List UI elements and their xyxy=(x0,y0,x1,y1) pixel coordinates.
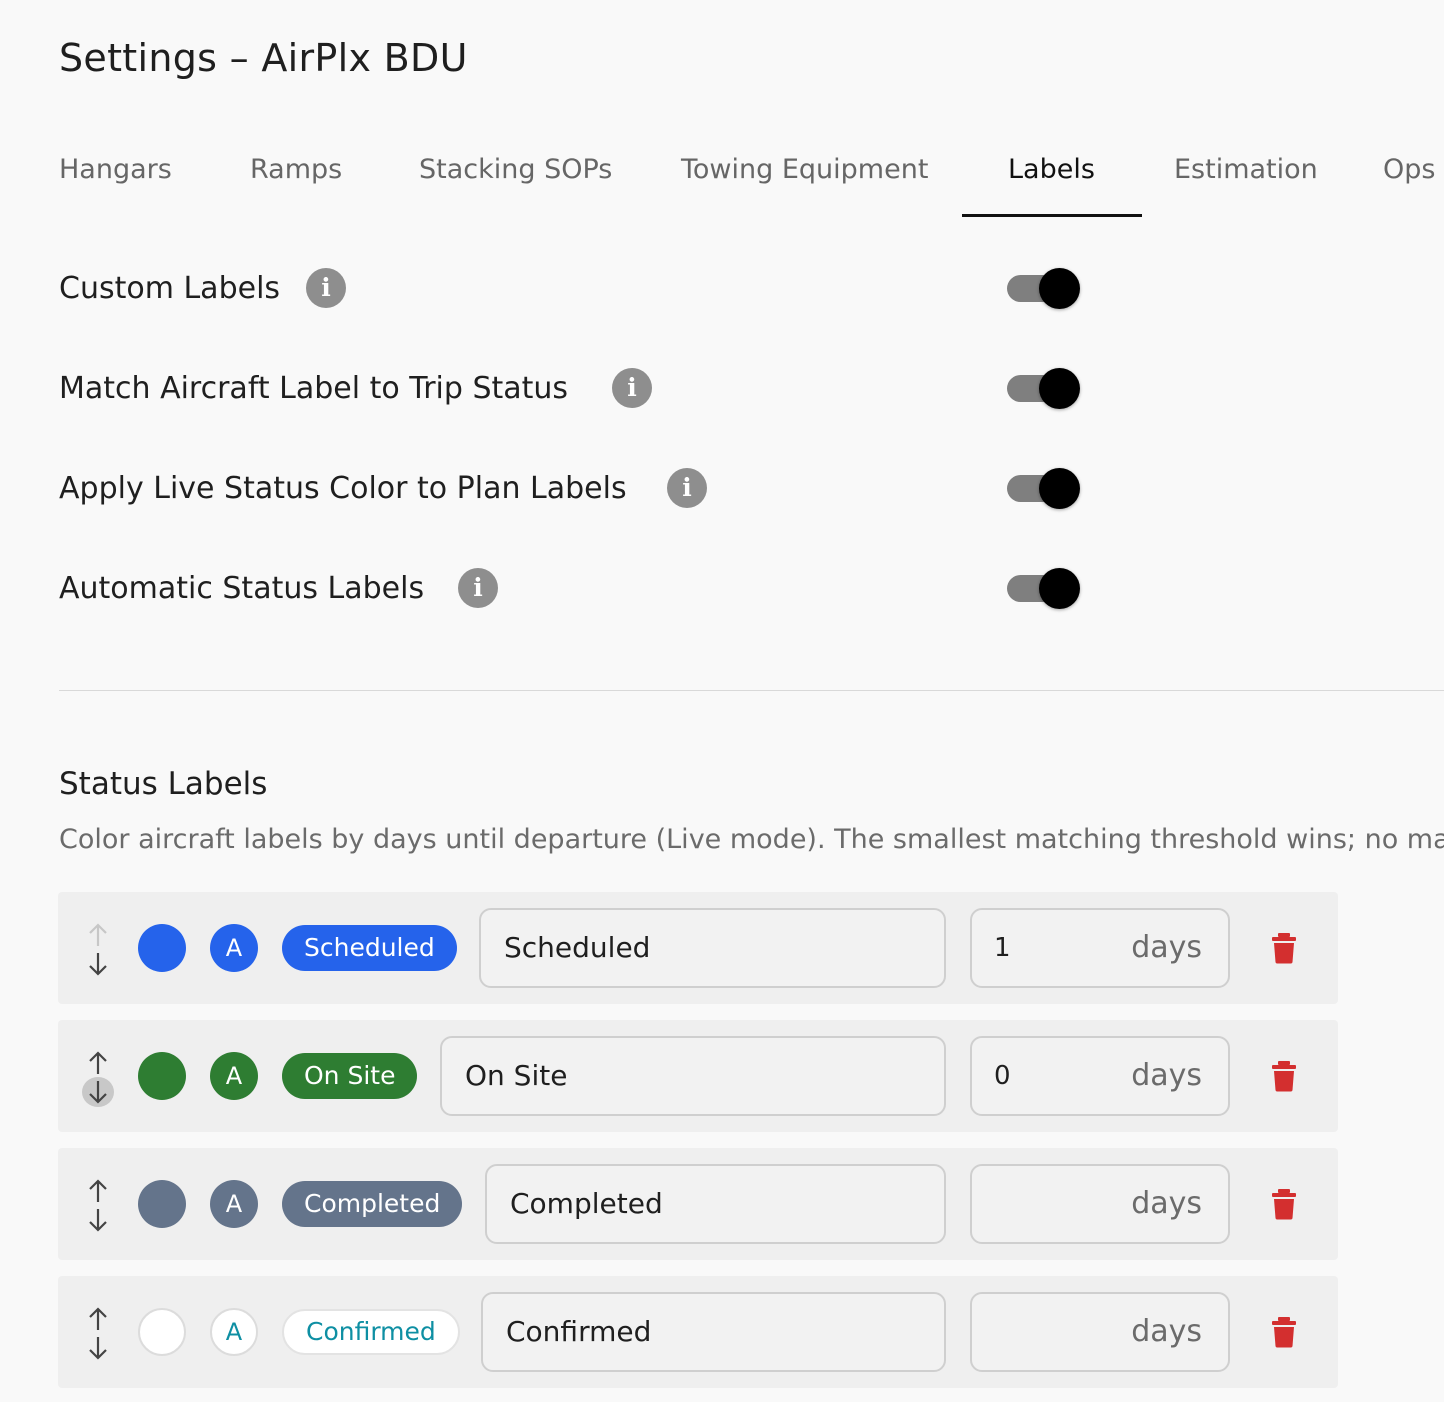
days-threshold-input[interactable]: days xyxy=(970,1164,1230,1244)
label-name-input[interactable]: Completed xyxy=(485,1164,946,1244)
tab-hangars[interactable]: Hangars xyxy=(59,154,172,185)
days-suffix: days xyxy=(1131,1058,1202,1093)
reorder-arrows xyxy=(82,920,114,980)
status-row-completed: A Completed Completed days xyxy=(58,1148,1338,1260)
days-suffix: days xyxy=(1131,1186,1202,1221)
label-preview-pill: Confirmed xyxy=(282,1309,460,1355)
trash-icon[interactable] xyxy=(1270,1316,1298,1348)
color-swatch[interactable] xyxy=(138,1052,186,1100)
move-up-icon[interactable] xyxy=(82,1048,114,1078)
setting-label: Apply Live Status Color to Plan Labels xyxy=(59,471,627,506)
setting-automatic-status-labels: Automatic Status Labels i xyxy=(59,563,1099,613)
page-title: Settings – AirPlx BDU xyxy=(59,36,468,80)
trash-icon[interactable] xyxy=(1270,1060,1298,1092)
setting-apply-live-status-color: Apply Live Status Color to Plan Labels i xyxy=(59,463,1099,513)
trash-icon[interactable] xyxy=(1270,932,1298,964)
days-threshold-input[interactable]: 1 days xyxy=(970,908,1230,988)
info-icon[interactable]: i xyxy=(667,468,707,508)
days-value: 1 xyxy=(994,933,1011,963)
days-threshold-input[interactable]: days xyxy=(970,1292,1230,1372)
tab-stacking-sops[interactable]: Stacking SOPs xyxy=(419,154,612,185)
tab-towing-equipment[interactable]: Towing Equipment xyxy=(681,154,928,185)
move-down-icon[interactable] xyxy=(82,949,114,979)
color-swatch[interactable] xyxy=(138,1180,186,1228)
info-icon[interactable]: i xyxy=(458,568,498,608)
section-divider xyxy=(59,690,1444,691)
status-row-on-site: A On Site On Site 0 days xyxy=(58,1020,1338,1132)
label-name-input[interactable]: Confirmed xyxy=(481,1292,946,1372)
label-name-input[interactable]: On Site xyxy=(440,1036,946,1116)
move-down-icon[interactable] xyxy=(82,1077,114,1107)
match-aircraft-label-toggle[interactable] xyxy=(1005,368,1081,409)
label-preview-chip: A xyxy=(210,1180,258,1228)
status-row-confirmed: A Confirmed Confirmed days xyxy=(58,1276,1338,1388)
label-preview-pill: On Site xyxy=(282,1053,418,1099)
label-preview-chip: A xyxy=(210,924,258,972)
apply-live-status-color-toggle[interactable] xyxy=(1005,468,1081,509)
setting-label: Automatic Status Labels xyxy=(59,571,425,606)
status-labels-description-clip: Color aircraft labels by days until depa… xyxy=(0,810,1444,870)
label-name-input[interactable]: Scheduled xyxy=(479,908,946,988)
move-up-icon[interactable] xyxy=(82,920,114,950)
tab-estimation[interactable]: Estimation xyxy=(1174,154,1318,185)
label-preview-pill: Completed xyxy=(282,1181,463,1227)
setting-custom-labels: Custom Labels i xyxy=(59,263,1099,313)
move-down-icon[interactable] xyxy=(82,1333,114,1363)
status-labels-title: Status Labels xyxy=(59,766,268,802)
label-preview-chip: A xyxy=(210,1052,258,1100)
setting-match-aircraft-label: Match Aircraft Label to Trip Status i xyxy=(59,363,1099,413)
reorder-arrows xyxy=(82,1048,114,1108)
label-preview-chip: A xyxy=(210,1308,258,1356)
status-row-scheduled: A Scheduled Scheduled 1 days xyxy=(58,892,1338,1004)
label-preview-pill: Scheduled xyxy=(282,925,457,971)
reorder-arrows xyxy=(82,1304,114,1364)
days-threshold-input[interactable]: 0 days xyxy=(970,1036,1230,1116)
reorder-arrows xyxy=(82,1176,114,1236)
color-swatch[interactable] xyxy=(138,1308,186,1356)
setting-label: Match Aircraft Label to Trip Status xyxy=(59,371,569,406)
tab-ramps[interactable]: Ramps xyxy=(250,154,342,185)
days-suffix: days xyxy=(1131,930,1202,965)
days-suffix: days xyxy=(1131,1314,1202,1349)
tab-ops[interactable]: Ops xyxy=(1383,154,1435,185)
active-tab-indicator xyxy=(962,214,1142,217)
settings-tabs: Hangars Ramps Stacking SOPs Towing Equip… xyxy=(0,140,1444,218)
trash-icon[interactable] xyxy=(1270,1188,1298,1220)
custom-labels-toggle[interactable] xyxy=(1005,268,1081,309)
info-icon[interactable]: i xyxy=(306,268,346,308)
setting-label: Custom Labels xyxy=(59,271,281,306)
move-up-icon[interactable] xyxy=(82,1304,114,1334)
info-icon[interactable]: i xyxy=(612,368,652,408)
automatic-status-labels-toggle[interactable] xyxy=(1005,568,1081,609)
move-down-icon[interactable] xyxy=(82,1205,114,1235)
tab-labels[interactable]: Labels xyxy=(1008,154,1095,185)
color-swatch[interactable] xyxy=(138,924,186,972)
move-up-icon[interactable] xyxy=(82,1176,114,1206)
status-labels-description: Color aircraft labels by days until depa… xyxy=(59,824,1444,855)
days-value: 0 xyxy=(994,1061,1011,1091)
